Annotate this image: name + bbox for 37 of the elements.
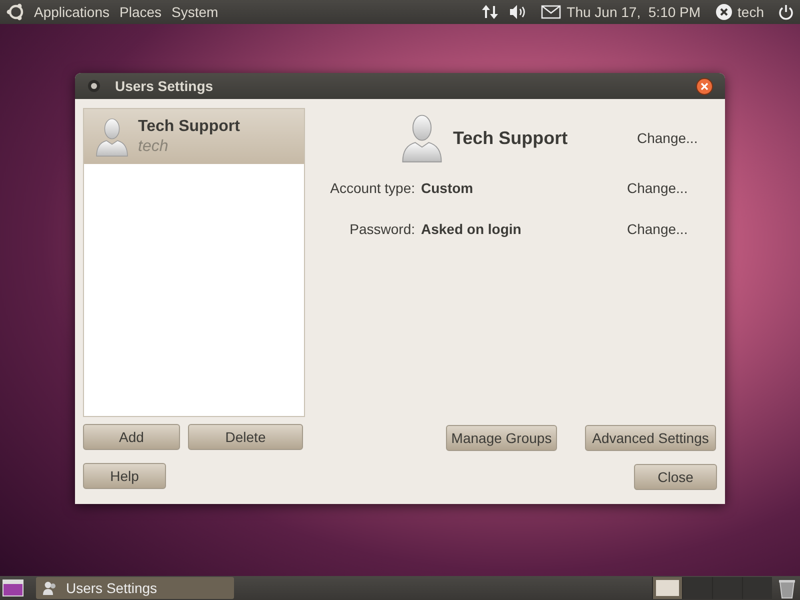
power-icon[interactable] (778, 4, 794, 20)
field-value: Asked on login (421, 220, 522, 239)
taskbar-item[interactable]: Users Settings (36, 577, 234, 599)
workspace[interactable] (652, 577, 682, 599)
menu-item[interactable]: Applications (34, 2, 110, 22)
close-button[interactable]: Close (634, 464, 717, 490)
add-button[interactable]: Add (83, 424, 180, 450)
network-icon[interactable] (480, 3, 499, 21)
field-value: Custom (421, 179, 474, 198)
logo-icon[interactable] (6, 2, 26, 22)
clock[interactable]: Thu Jun 17, 5:10 PM (566, 2, 701, 22)
menu-item[interactable]: System (172, 2, 218, 22)
user-name[interactable]: tech (738, 2, 764, 22)
show-desktop-icon[interactable] (2, 579, 24, 597)
menu-item[interactable]: Places (120, 2, 162, 22)
status-icon[interactable] (714, 3, 733, 21)
field-label: Password: (348, 220, 415, 239)
window-menu-icon[interactable] (87, 79, 101, 93)
field-label: Account type: (329, 179, 415, 198)
manage-groups-button[interactable]: Manage Groups (446, 425, 557, 451)
mail-icon[interactable] (540, 5, 561, 19)
window-title: Users Settings (115, 76, 214, 96)
change-link[interactable]: Change... (627, 219, 688, 240)
user-full-name: Tech Support (453, 126, 569, 150)
close-icon[interactable] (696, 78, 713, 94)
trash-icon[interactable] (776, 577, 798, 599)
advanced-settings-button[interactable]: Advanced Settings (585, 425, 716, 451)
change-link[interactable]: Change... (627, 178, 688, 199)
user-full-name: Tech Support (138, 116, 240, 136)
taskbar-label: Users Settings (66, 578, 158, 598)
help-button[interactable]: Help (83, 463, 166, 489)
volume-icon[interactable] (508, 4, 527, 20)
delete-button[interactable]: Delete (188, 424, 303, 450)
user-login: tech (138, 136, 170, 156)
user-list-item[interactable]: Tech Support tech (84, 109, 304, 164)
users-icon (42, 580, 58, 596)
change-link[interactable]: Change... (637, 128, 698, 148)
